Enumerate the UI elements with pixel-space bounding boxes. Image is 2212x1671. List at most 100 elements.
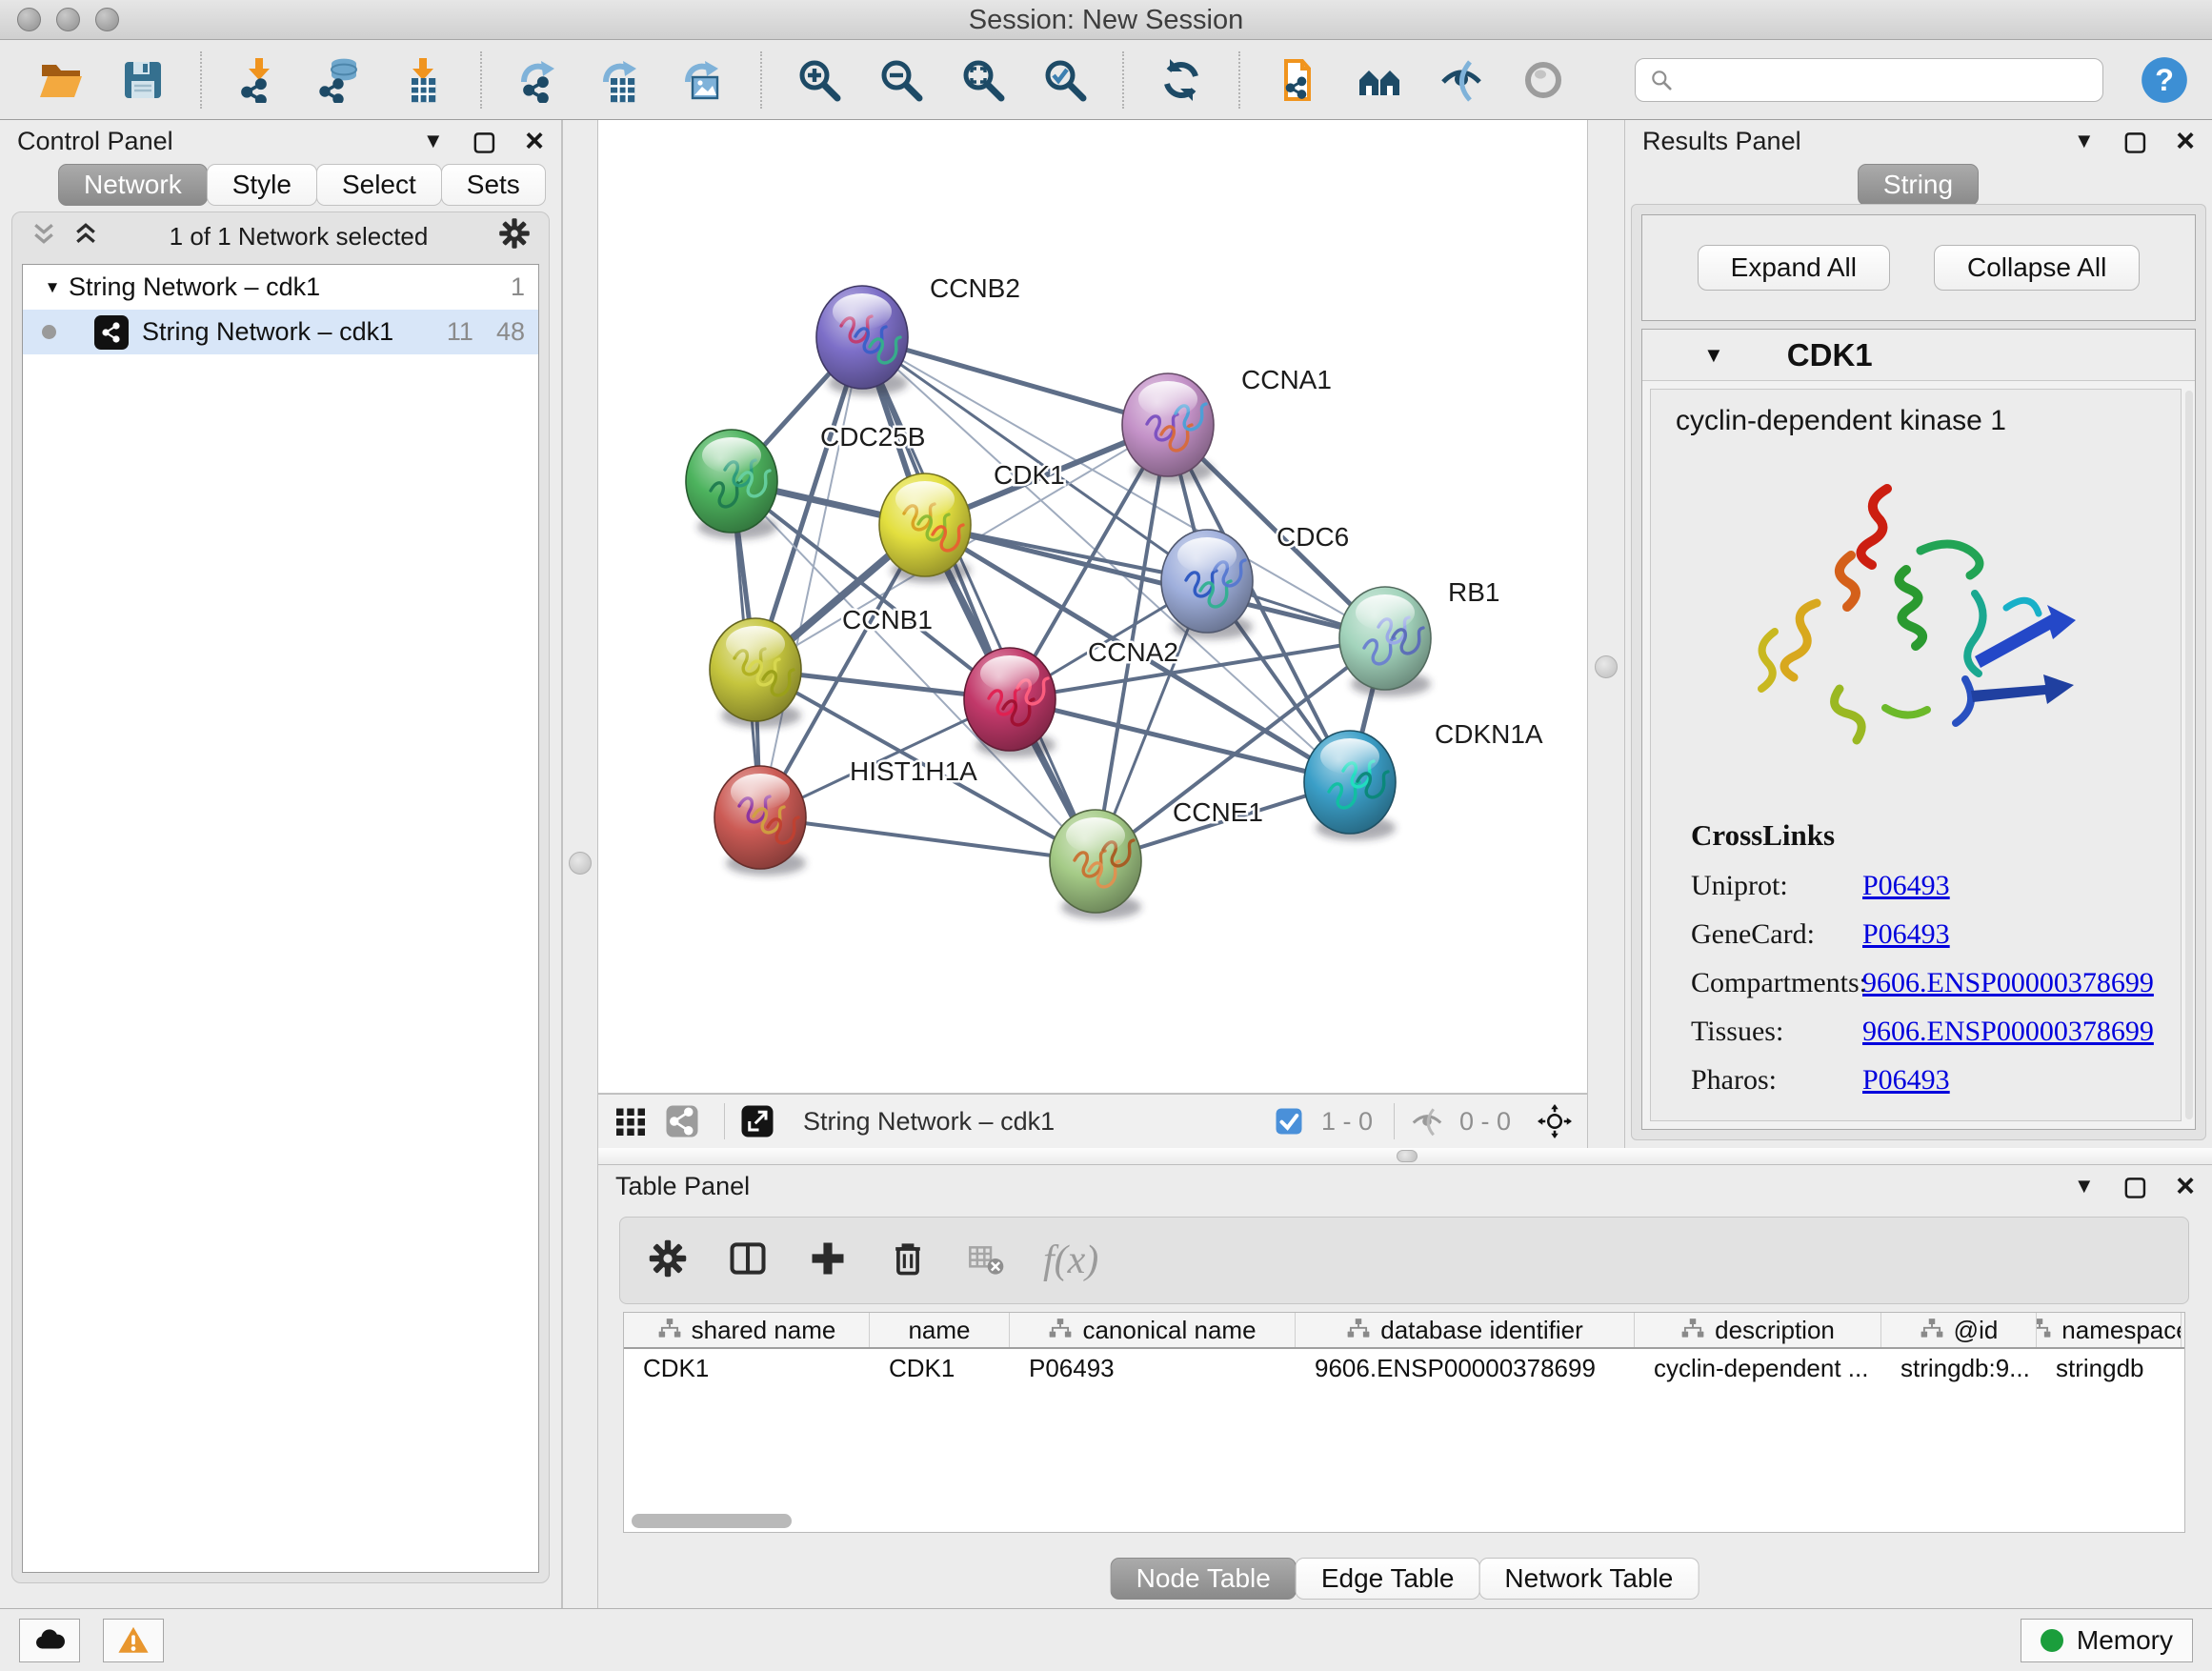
selected-checkbox-icon[interactable] xyxy=(1268,1100,1310,1142)
zoom-fit-button[interactable] xyxy=(958,52,1008,108)
warnings-button[interactable] xyxy=(103,1619,164,1662)
close-panel-icon[interactable]: × xyxy=(2176,129,2195,153)
show-all-button[interactable] xyxy=(1518,52,1568,108)
collapse-all-networks-icon[interactable] xyxy=(30,219,58,254)
network-canvas[interactable]: CCNB2 CCNA1 CDC25B CDK1 CDC6 RB1 CCNB1 C… xyxy=(598,120,1587,1094)
network-options-gear-icon[interactable] xyxy=(497,216,532,257)
column-header-namespace[interactable]: namespace xyxy=(2037,1313,2182,1347)
float-panel-icon[interactable]: ▢ xyxy=(2123,1172,2148,1201)
zoom-out-button[interactable] xyxy=(876,52,926,108)
zoom-in-button[interactable] xyxy=(794,52,844,108)
import-network-database-button[interactable] xyxy=(316,52,366,108)
float-panel-icon[interactable]: ▢ xyxy=(2123,127,2148,156)
network-node-RB1[interactable]: RB1 xyxy=(1339,577,1499,696)
network-edge-CCNB2-HIST1H1A[interactable] xyxy=(760,337,862,817)
network-collection-row[interactable]: ▼ String Network – cdk1 1 xyxy=(23,265,538,310)
right-splitter-grip[interactable] xyxy=(1595,655,1618,678)
panel-menu-icon[interactable]: ▼ xyxy=(423,129,444,153)
expand-all-button[interactable]: Expand All xyxy=(1698,245,1890,291)
tab-select[interactable]: Select xyxy=(316,164,442,206)
left-splitter[interactable] xyxy=(562,120,598,1608)
expand-all-networks-icon[interactable] xyxy=(71,219,100,254)
tab-network-table[interactable]: Network Table xyxy=(1478,1558,1699,1600)
import-network-button[interactable] xyxy=(234,52,284,108)
node-details-header[interactable]: ▼ CDK1 xyxy=(1642,330,2195,381)
horizontal-splitter[interactable] xyxy=(598,1148,2212,1164)
memory-status-dot xyxy=(2041,1629,2063,1652)
hide-selection-button[interactable] xyxy=(1437,52,1486,108)
network-node-CCNA2[interactable]: CCNA2 xyxy=(964,637,1178,757)
export-network-button[interactable] xyxy=(514,52,564,108)
float-panel-icon[interactable]: ▢ xyxy=(473,127,497,156)
network-node-CCNA1[interactable]: CCNA1 xyxy=(1122,365,1332,483)
network-row-selected[interactable]: String Network – cdk1 11 48 xyxy=(23,310,538,354)
collapse-entry-icon[interactable]: ▼ xyxy=(1703,343,1724,368)
network-node-CDK1[interactable]: CDK1 xyxy=(879,460,1065,583)
crosslink-link[interactable]: 9606.ENSP00000378699 xyxy=(1862,1016,2154,1048)
panel-menu-icon[interactable]: ▼ xyxy=(2074,1174,2095,1198)
crosslink-row: Uniprot: P06493 xyxy=(1691,870,2181,902)
zoom-selected-button[interactable] xyxy=(1040,52,1090,108)
crosslink-link[interactable]: P06493 xyxy=(1862,1064,1950,1097)
import-table-button[interactable] xyxy=(398,52,448,108)
horizontal-splitter-grip[interactable] xyxy=(1397,1150,1418,1162)
network-edge-CCNB2-CCNA1[interactable] xyxy=(862,337,1168,425)
export-image-button[interactable] xyxy=(678,52,728,108)
column-header-name[interactable]: name xyxy=(870,1313,1010,1347)
tab-node-table[interactable]: Node Table xyxy=(1111,1558,1297,1600)
window-title: Session: New Session xyxy=(0,0,2212,40)
birdseye-grid-icon[interactable] xyxy=(610,1100,652,1142)
results-scrollbar[interactable] xyxy=(2185,391,2193,1119)
table-horizontal-scrollbar[interactable] xyxy=(632,1514,792,1528)
collapse-all-button[interactable]: Collapse All xyxy=(1934,245,2140,291)
show-columns-icon[interactable] xyxy=(727,1238,769,1284)
search-input[interactable] xyxy=(1683,65,2089,94)
table-options-gear-icon[interactable] xyxy=(647,1238,689,1284)
tab-string[interactable]: String xyxy=(1858,164,1979,206)
network-node-CDKN1A[interactable]: CDKN1A xyxy=(1304,719,1543,840)
network-graph[interactable]: CCNB2 CCNA1 CDC25B CDK1 CDC6 RB1 CCNB1 C… xyxy=(598,120,1587,1094)
delete-column-icon[interactable] xyxy=(887,1238,929,1284)
cloud-status-button[interactable] xyxy=(19,1619,80,1662)
titlebar: Session: New Session xyxy=(0,0,2212,40)
column-header--id[interactable]: @id xyxy=(1881,1313,2037,1347)
network-overview-icon[interactable] xyxy=(661,1100,703,1142)
network-edge-HIST1H1A-CCNE1[interactable] xyxy=(760,817,1096,861)
new-network-from-selection-button[interactable] xyxy=(1273,52,1322,108)
tab-sets[interactable]: Sets xyxy=(441,164,546,206)
column-header-shared-name[interactable]: shared name xyxy=(624,1313,870,1347)
crosslink-link[interactable]: P06493 xyxy=(1862,918,1950,951)
refresh-button[interactable] xyxy=(1156,52,1206,108)
column-header-canonical-name[interactable]: canonical name xyxy=(1010,1313,1296,1347)
network-status-dot xyxy=(42,325,56,339)
memory-button[interactable]: Memory xyxy=(2021,1619,2193,1662)
save-session-button[interactable] xyxy=(118,52,168,108)
crosslink-link[interactable]: P06493 xyxy=(1862,870,1950,902)
open-session-button[interactable] xyxy=(36,52,86,108)
tab-network[interactable]: Network xyxy=(58,164,208,206)
open-in-window-icon[interactable] xyxy=(736,1100,778,1142)
panel-menu-icon[interactable]: ▼ xyxy=(2074,129,2095,153)
table-row[interactable]: CDK1CDK1P064939606.ENSP00000378699cyclin… xyxy=(624,1349,2184,1387)
app-window: Session: New Session ? Control Panel ▼ ▢… xyxy=(0,0,2212,1671)
main-toolbar: ? xyxy=(0,40,2212,120)
add-column-icon[interactable] xyxy=(807,1238,849,1284)
fit-selected-crosshair-icon[interactable] xyxy=(1534,1100,1576,1142)
tab-edge-table[interactable]: Edge Table xyxy=(1296,1558,1480,1600)
crosslink-link[interactable]: 9606.ENSP00000378699 xyxy=(1862,967,2154,999)
column-header-database-identifier[interactable]: database identifier xyxy=(1296,1313,1635,1347)
column-header-description[interactable]: description xyxy=(1635,1313,1881,1347)
string-results-container: Expand All Collapse All ▼ CDK1 cyclin-de… xyxy=(1631,204,2206,1140)
close-panel-icon[interactable]: × xyxy=(525,129,544,153)
help-button[interactable]: ? xyxy=(2140,55,2189,105)
tab-style[interactable]: Style xyxy=(207,164,317,206)
left-splitter-grip[interactable] xyxy=(569,852,592,875)
tree-expander-icon[interactable]: ▼ xyxy=(36,278,69,297)
hidden-eye-icon xyxy=(1406,1100,1448,1142)
export-table-button[interactable] xyxy=(596,52,646,108)
close-panel-icon[interactable]: × xyxy=(2176,1174,2195,1198)
first-neighbors-button[interactable] xyxy=(1355,52,1404,108)
zoom-fit-icon xyxy=(960,57,1006,103)
network-node-HIST1H1A[interactable]: HIST1H1A xyxy=(714,756,977,876)
right-splitter[interactable] xyxy=(1587,120,1625,1148)
